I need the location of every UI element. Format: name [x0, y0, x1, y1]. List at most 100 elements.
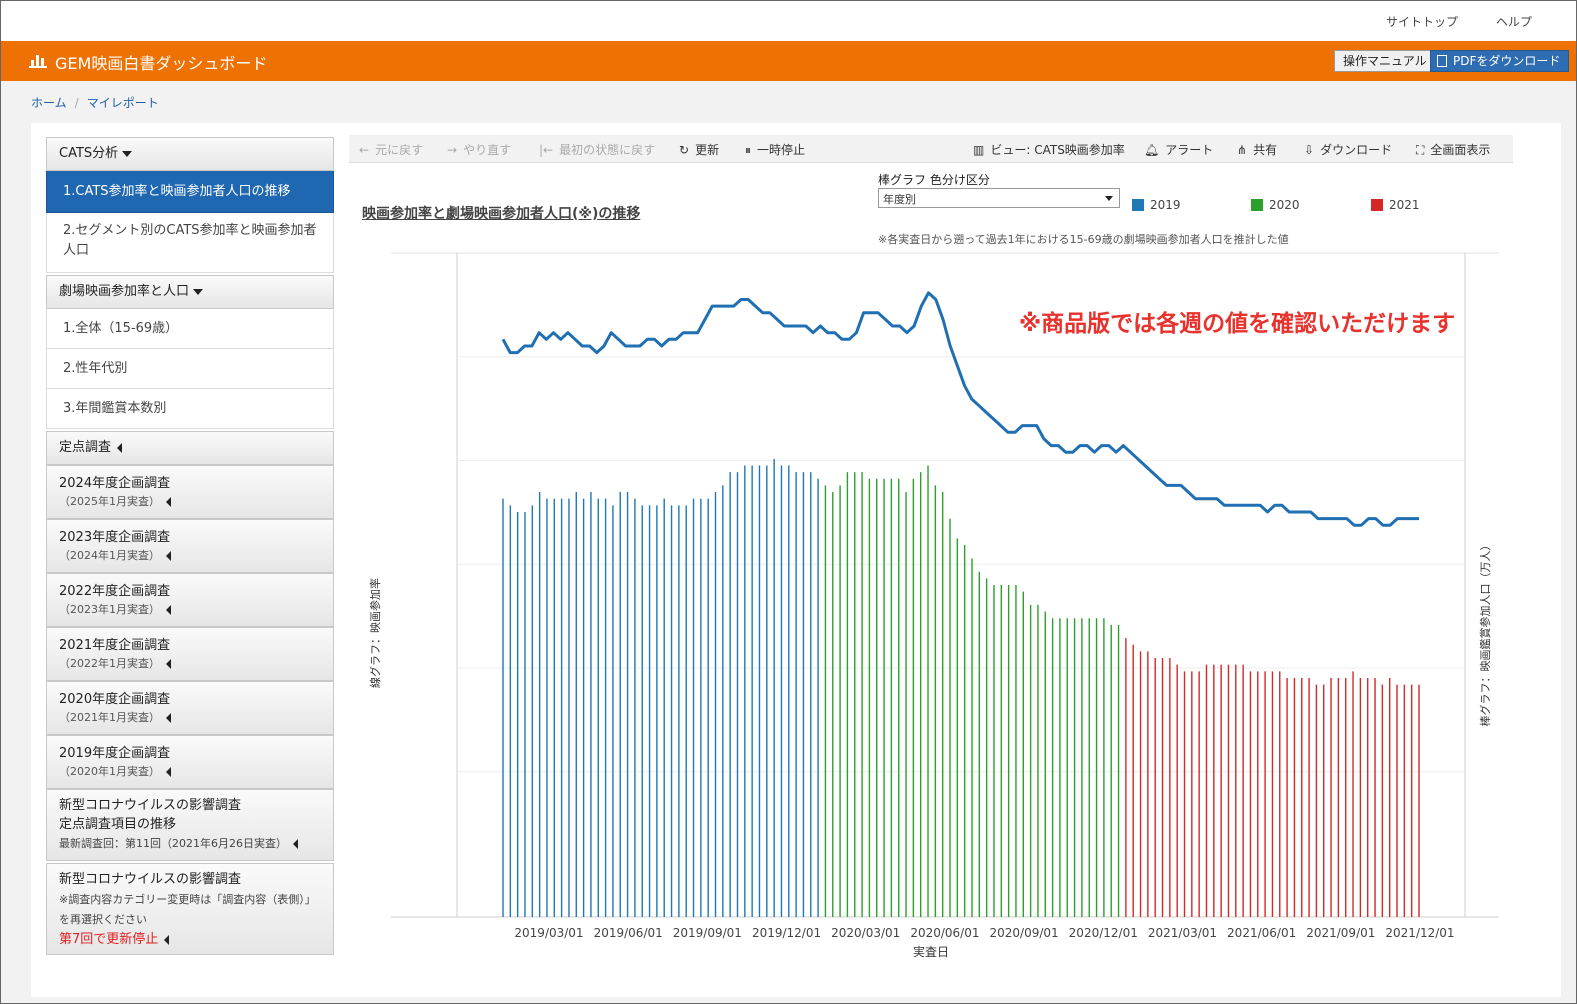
x-axis-ticks: 2019/03/01 2019/06/01 2019/09/01 2019/12/01… — [514, 926, 1454, 940]
site-top-link[interactable]: サイトトップ — [1386, 13, 1458, 30]
share-label: 共有 — [1253, 143, 1278, 157]
breadcrumb: ホーム / マイレポート — [31, 96, 159, 110]
x-tick-label: 2019/03/01 — [514, 926, 583, 940]
overlay-message: ※商品版では各週の値を確認いただけます — [1019, 310, 1455, 337]
x-tick-label: 2020/03/01 — [831, 926, 900, 940]
sidebar-section-fixed[interactable]: 定点調査 — [46, 431, 334, 465]
section-label: CATS分析 — [59, 146, 119, 161]
caret-left-icon — [166, 659, 171, 669]
x-tick-label: 2019/12/01 — [752, 926, 821, 940]
sidebar-item-theater-2[interactable]: 2.性年代別 — [46, 349, 334, 389]
view-button[interactable]: ▥ ビュー: CATS映画参加率 — [973, 141, 1125, 158]
redo-button[interactable]: → やり直す — [447, 141, 511, 158]
legend-swatch — [1371, 199, 1383, 211]
x-tick-label: 2021/06/01 — [1227, 926, 1296, 940]
refresh-icon: ↻ — [679, 143, 690, 157]
sidebar-item-theater-3[interactable]: 3.年間鑑賞本数別 — [46, 389, 334, 429]
app-title: GEM映画白書ダッシュボード — [55, 54, 268, 73]
caret-left-icon — [166, 605, 171, 615]
survey-title: 2020年度企画調査 — [59, 692, 171, 707]
fullscreen-icon: ⛶ — [1416, 143, 1425, 157]
fullscreen-button[interactable]: ⛶ 全画面表示 — [1416, 141, 1490, 158]
section-label: 定点調査 — [59, 440, 112, 455]
revert-button[interactable]: |← 最初の状態に戻す — [539, 141, 655, 158]
sidebar-covid-fixed-trend[interactable]: 新型コロナウイルスの影響調査 定点調査項目の推移 最新調査回：第11回（2021… — [46, 789, 334, 861]
x-tick-label: 2019/09/01 — [673, 926, 742, 940]
app-header: GEM映画白書ダッシュボード 操作マニュアル PDFをダウンロード — [1, 41, 1576, 81]
undo-icon: ← — [359, 143, 370, 157]
sidebar-item-cats-1[interactable]: 1.CATS参加率と映画参加者人口の推移 — [46, 171, 334, 213]
caret-left-icon — [164, 934, 170, 945]
color-split-select[interactable]: 年度別 — [878, 188, 1120, 208]
dropdown-arrow-icon — [1105, 196, 1113, 201]
bell-icon: 🔔︎ — [1144, 143, 1160, 157]
sidebar-section-cats[interactable]: CATS分析 — [46, 137, 334, 171]
alert-button[interactable]: 🔔︎ アラート — [1144, 141, 1213, 158]
bar-series — [502, 458, 1420, 917]
legend-item-2021[interactable]: 2021 — [1371, 198, 1420, 212]
legend-label: 2020 — [1269, 198, 1300, 212]
revert-icon: |← — [539, 143, 554, 157]
caret-left-icon — [166, 767, 171, 777]
sidebar-survey-2019[interactable]: 2019年度企画調査 （2020年1月実査） — [46, 735, 334, 789]
sidebar-item-theater-1[interactable]: 1.全体（15-69歳） — [46, 309, 334, 349]
viz-toolbar: ← 元に戻す → やり直す |← 最初の状態に戻す ↻ 更新 ⏸ 一時停止 ▥ ビュー: C… — [349, 135, 1513, 163]
sidebar-covid-survey[interactable]: 新型コロナウイルスの影響調査 ※調査内容カテゴリー変更時は「調査内容（表側）」 … — [46, 863, 334, 955]
legend-item-2019[interactable]: 2019 — [1132, 198, 1181, 212]
breadcrumb-home[interactable]: ホーム — [31, 96, 67, 110]
bar-chart-logo-icon — [29, 55, 47, 68]
survey-date: （2022年1月実査） — [59, 657, 160, 670]
legend-swatch — [1132, 199, 1144, 211]
main-panel: CATS分析 1.CATS参加率と映画参加者人口の推移 2.セグメント別のCAT… — [31, 123, 1561, 997]
x-tick-label: 2020/06/01 — [910, 926, 979, 940]
redo-icon: → — [447, 143, 458, 157]
caret-left-icon — [293, 839, 298, 849]
covid2-note-1: ※調査内容カテゴリー変更時は「調査内容（表側）」 — [59, 893, 316, 906]
help-link[interactable]: ヘルプ — [1496, 13, 1532, 30]
covid-latest: 最新調査回：第11回（2021年6月26日実査） — [59, 837, 287, 850]
chart-grid — [391, 252, 1499, 918]
sidebar: CATS分析 1.CATS参加率と映画参加者人口の推移 2.セグメント別のCAT… — [46, 137, 334, 955]
legend-swatch — [1251, 199, 1263, 211]
download-icon: ⇩ — [1304, 143, 1315, 157]
manual-button[interactable]: 操作マニュアル — [1334, 50, 1436, 72]
survey-date: （2023年1月実査） — [59, 603, 160, 616]
covid2-stopped: 第7回で更新停止 — [59, 932, 159, 947]
undo-button[interactable]: ← 元に戻す — [359, 141, 423, 158]
caret-left-icon — [166, 497, 171, 507]
sidebar-item-cats-2[interactable]: 2.セグメント別のCATS参加率と映画参加者人口 — [46, 213, 334, 273]
pdf-download-label: PDFをダウンロード — [1453, 54, 1561, 68]
chart-note: ※各実査日から遡って過去1年における15-69歳の劇場映画参加者人口を推計した値 — [878, 233, 1289, 246]
pause-button[interactable]: ⏸ 一時停止 — [745, 141, 805, 158]
download-button[interactable]: ⇩ ダウンロード — [1304, 141, 1392, 158]
sidebar-survey-2024[interactable]: 2024年度企画調査 （2025年1月実査） — [46, 465, 334, 519]
survey-date: （2024年1月実査） — [59, 549, 160, 562]
section-label: 劇場映画参加率と人口 — [59, 284, 190, 299]
covid2-note-2: を再選択ください — [59, 913, 147, 926]
survey-date: （2021年1月実査） — [59, 711, 160, 724]
pause-icon: ⏸ — [745, 143, 752, 157]
chart-title: 映画参加率と劇場映画参加者人口(※)の推移 — [362, 206, 641, 222]
x-tick-label: 2019/06/01 — [594, 926, 663, 940]
undo-label: 元に戻す — [375, 143, 424, 157]
legend-item-2020[interactable]: 2020 — [1251, 198, 1300, 212]
y-axis-right-label: 棒グラフ：映画鑑賞参加人口（万人） — [1478, 540, 1492, 727]
legend-label: 2021 — [1389, 198, 1420, 212]
sidebar-survey-2023[interactable]: 2023年度企画調査 （2024年1月実査） — [46, 519, 334, 573]
covid-subtitle: 定点調査項目の推移 — [59, 817, 177, 832]
sidebar-survey-2020[interactable]: 2020年度企画調査 （2021年1月実査） — [46, 681, 334, 735]
top-utility-bar: サイトトップ ヘルプ — [1, 1, 1576, 41]
covid2-title: 新型コロナウイルスの影響調査 — [59, 872, 242, 887]
sidebar-survey-2022[interactable]: 2022年度企画調査 （2023年1月実査） — [46, 573, 334, 627]
caret-left-icon — [166, 551, 171, 561]
survey-title: 2021年度企画調査 — [59, 638, 171, 653]
sidebar-section-theater[interactable]: 劇場映画参加率と人口 — [46, 275, 334, 309]
refresh-button[interactable]: ↻ 更新 — [679, 141, 719, 158]
breadcrumb-current[interactable]: マイレポート — [87, 96, 159, 110]
sidebar-survey-2021[interactable]: 2021年度企画調査 （2022年1月実査） — [46, 627, 334, 681]
share-button[interactable]: ⋔ 共有 — [1237, 141, 1277, 158]
pause-label: 一時停止 — [757, 143, 806, 157]
x-tick-label: 2021/03/01 — [1148, 926, 1217, 940]
x-tick-label: 2021/09/01 — [1306, 926, 1375, 940]
pdf-download-button[interactable]: PDFをダウンロード — [1430, 50, 1570, 72]
